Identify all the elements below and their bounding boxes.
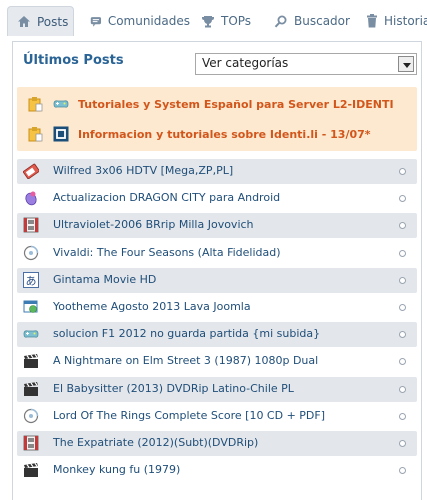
home-icon — [18, 16, 30, 27]
nav-tab-label: Comunidades — [107, 14, 190, 28]
sticky-post-title: Informacion y tutoriales sobre Identi.li… — [78, 127, 371, 141]
sticky-post[interactable]: Informacion y tutoriales sobre Identi.li… — [17, 120, 417, 148]
post-row[interactable]: El Babysitter (2013) DVDRip Latino-Chile… — [17, 376, 417, 402]
svg-text:あ: あ — [26, 274, 37, 287]
post-row[interactable]: Actualizacion DRAGON CITY para Android — [17, 186, 417, 211]
post-title[interactable]: Actualizacion DRAGON CITY para Android — [53, 191, 280, 204]
clapper-icon — [24, 381, 38, 396]
film-icon — [23, 217, 39, 233]
anime-icon: あ — [23, 271, 39, 288]
post-row[interactable]: Ultraviolet-2006 BRrip Milla Jovovich — [17, 213, 417, 239]
read-status-icon — [399, 276, 406, 284]
panel-title: Últimos Posts — [23, 53, 124, 68]
nav-tab-label: Historial — [384, 14, 427, 28]
trash-icon — [367, 14, 377, 28]
read-status-icon — [399, 358, 406, 366]
post-title[interactable]: El Babysitter (2013) DVDRip Latino-Chile… — [53, 382, 294, 395]
read-status-icon — [399, 412, 406, 420]
nav-tab-label: Posts — [37, 14, 69, 29]
post-title[interactable]: Lord Of The Rings Complete Score [10 CD … — [53, 409, 325, 422]
search-icon — [274, 15, 287, 27]
post-row[interactable]: Monkey kung fu (1979) — [17, 458, 417, 483]
tv-icon — [23, 163, 39, 179]
post-title[interactable]: The Expatriate (2012)(Subt)(DVDRip) — [53, 436, 258, 449]
post-row[interactable]: Wilfred 3x06 HDTV [Mega,ZP,PL] — [17, 159, 417, 184]
nav-tab-label: Buscador — [294, 14, 350, 28]
android-icon — [25, 191, 37, 206]
nav-tab-buscador[interactable]: Buscador — [274, 6, 354, 36]
read-status-icon — [399, 249, 406, 257]
nav-tab-historial[interactable]: Historial — [366, 6, 427, 36]
sticky-posts: Tutoriales y System Español para Server … — [17, 87, 417, 151]
trophy-icon — [202, 15, 214, 27]
latest-posts-panel: Últimos Posts Ver categorías Tutoriales … — [12, 41, 422, 500]
read-status-icon — [399, 168, 406, 175]
nav-tab-comunidades[interactable]: Comunidades — [90, 6, 190, 36]
category-select-value: Ver categorías — [202, 56, 289, 70]
chat-icon — [90, 16, 102, 27]
read-status-icon — [399, 331, 406, 339]
sticky-post[interactable]: Tutoriales y System Español para Server … — [17, 90, 417, 118]
nav-tab-posts[interactable]: Posts — [7, 6, 74, 36]
category-select[interactable]: Ver categorías — [195, 53, 417, 75]
read-status-icon — [399, 439, 406, 447]
music-icon — [23, 245, 39, 260]
gamepad-icon — [23, 330, 39, 338]
read-status-icon — [399, 467, 406, 475]
post-row[interactable]: Vivaldi: The Four Seasons (Alta Fidelida… — [17, 241, 417, 266]
nav-tab-label: TOPs — [221, 14, 252, 28]
post-title[interactable]: Gintama Movie HD — [53, 273, 156, 286]
clapper-icon — [24, 354, 38, 369]
post-title[interactable]: Ultraviolet-2006 BRrip Milla Jovovich — [53, 218, 254, 231]
post-title[interactable]: A Nightmare on Elm Street 3 (1987) 1080p… — [53, 354, 318, 367]
post-row[interactable]: A Nightmare on Elm Street 3 (1987) 1080p… — [17, 349, 417, 374]
post-title[interactable]: Wilfred 3x06 HDTV [Mega,ZP,PL] — [53, 164, 233, 177]
read-status-icon — [399, 385, 406, 393]
web-icon — [23, 300, 38, 313]
post-row[interactable]: あ Gintama Movie HD — [17, 267, 417, 293]
pin-icon — [28, 97, 43, 112]
identi-logo-icon — [53, 126, 69, 142]
film-icon — [23, 435, 39, 451]
post-row[interactable]: The Expatriate (2012)(Subt)(DVDRip) — [17, 430, 417, 456]
music-icon — [23, 408, 39, 423]
post-row[interactable]: solucion F1 2012 no guarda partida {mi s… — [17, 322, 417, 348]
posts-list: Wilfred 3x06 HDTV [Mega,ZP,PL] Actualiza… — [17, 159, 417, 485]
pin-icon — [28, 127, 43, 142]
clapper-icon — [24, 463, 38, 478]
sticky-post-title: Tutoriales y System Español para Server … — [78, 97, 394, 111]
post-title[interactable]: Vivaldi: The Four Seasons (Alta Fidelida… — [53, 246, 281, 259]
read-status-icon — [399, 195, 406, 203]
post-title[interactable]: Yootheme Agosto 2013 Lava Joomla — [53, 300, 251, 313]
read-status-icon — [399, 222, 406, 230]
post-row[interactable]: Yootheme Agosto 2013 Lava Joomla — [17, 295, 417, 320]
nav-tab-tops[interactable]: TOPs — [201, 6, 261, 36]
gamepad-icon — [53, 100, 69, 108]
top-navigation: Posts Comunidades TOPs Buscador Historia — [0, 0, 427, 42]
post-title[interactable]: Monkey kung fu (1979) — [53, 463, 180, 476]
post-title[interactable]: solucion F1 2012 no guarda partida {mi s… — [53, 327, 320, 340]
dropdown-arrow-icon[interactable] — [398, 56, 414, 72]
post-row[interactable]: Lord Of The Rings Complete Score [10 CD … — [17, 404, 417, 429]
read-status-icon — [399, 303, 406, 311]
